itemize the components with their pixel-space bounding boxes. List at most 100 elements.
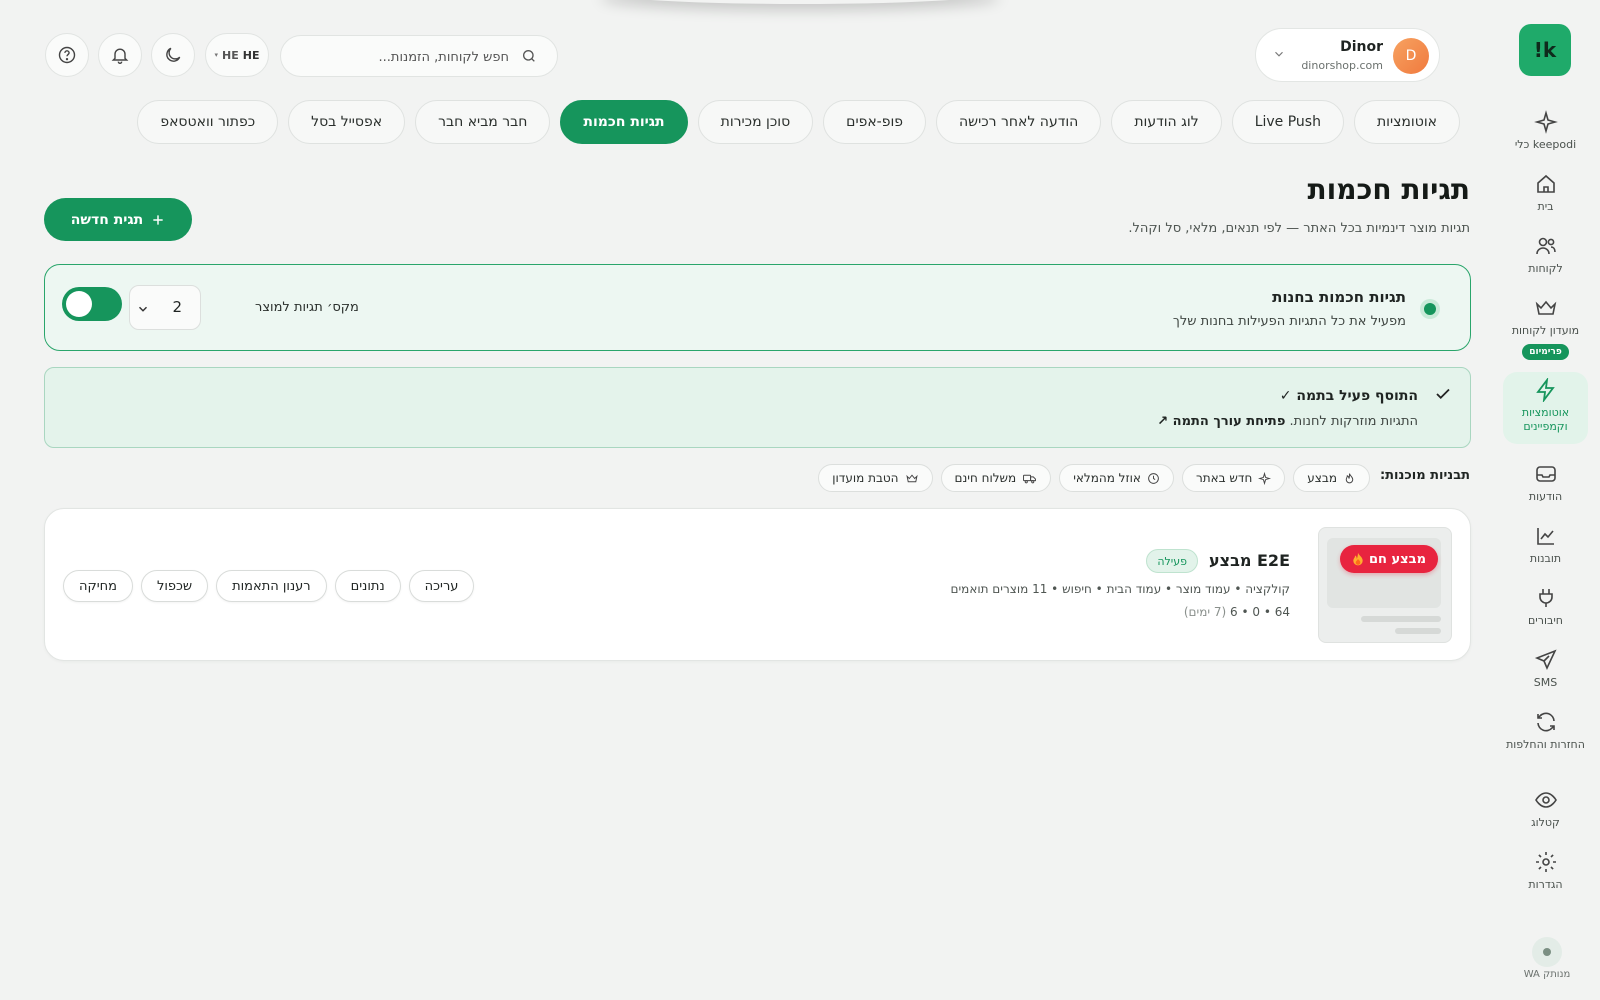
- sidebar-item-messages[interactable]: הודעות: [1503, 456, 1588, 504]
- new-tag-label: תגית חדשה: [70, 211, 144, 228]
- new-tag-button[interactable]: תגית חדשה: [44, 198, 192, 241]
- tag-stats-period: (7 ימים): [1183, 605, 1227, 619]
- refresh-icon: [1536, 712, 1555, 732]
- bell-icon: [111, 48, 129, 64]
- open-theme-editor-link[interactable]: פתיחת עורך התמה ↗: [1157, 414, 1285, 429]
- smart-tags-switch[interactable]: [62, 287, 122, 321]
- moon-icon: [166, 47, 181, 62]
- notifications-button[interactable]: [98, 33, 142, 77]
- template-chip-free-shipping[interactable]: משלוח חינם: [940, 464, 1052, 492]
- tag-actions: עריכה נתונים רענון התאמות שכפול מחיקה: [63, 570, 475, 602]
- tag-stats: 64 • 0 • 6 (7 ימים): [1184, 605, 1290, 619]
- theme-toggle-button[interactable]: [151, 33, 195, 77]
- sidebar-item-label: החזרות והחלפות: [1506, 738, 1585, 751]
- search-bar[interactable]: [280, 35, 558, 77]
- crown-icon: [1535, 300, 1556, 315]
- chevron-down-icon: [1275, 51, 1283, 57]
- tab-message-log[interactable]: לוג הודעות: [1111, 100, 1222, 144]
- help-icon: [58, 46, 76, 64]
- toggle-card-title: תגיות חכמות בחנות: [1272, 288, 1406, 306]
- whatsapp-status-label: WA מנותק: [1523, 969, 1571, 980]
- sidebar-item-automations[interactable]: אוטומציות וקמפיינים: [1503, 372, 1588, 444]
- clock-icon: [1148, 472, 1159, 484]
- crown-icon: [905, 473, 918, 482]
- tab-whatsapp-button[interactable]: כפתור וואטסאפ: [137, 100, 279, 144]
- chevron-down-icon: [138, 306, 148, 312]
- sidebar-item-label: SMS: [1533, 676, 1558, 689]
- sidebar-item-club[interactable]: מועדון לקוחות פרימיום: [1503, 290, 1588, 360]
- sidebar-item-returns[interactable]: החזרות והחלפות: [1503, 704, 1588, 752]
- duplicate-button[interactable]: שכפול: [140, 570, 209, 602]
- sidebar-item-settings[interactable]: הגדרות: [1503, 844, 1588, 892]
- sidebar-item-label: אוטומציות וקמפיינים: [1521, 406, 1570, 433]
- search-input[interactable]: [299, 46, 509, 68]
- plug-icon: [1538, 589, 1553, 607]
- template-chip-label: משלוח חינם: [954, 471, 1017, 485]
- chevron-down-icon: ▾: [214, 51, 219, 59]
- refresh-matches-button[interactable]: רענון התאמות: [216, 570, 327, 602]
- flame-icon: [1345, 472, 1354, 483]
- page-subtitle: תגיות מוצר דינמיות בכל האתר — לפי תנאים,…: [1128, 221, 1470, 236]
- sidebar: !k כלי keepodi בית לקוחות מועדון לקוחות …: [1490, 0, 1600, 1000]
- theme-status-title: התוסף פעיל בתמה ✓: [1279, 388, 1418, 404]
- stats-button[interactable]: נתונים: [334, 570, 401, 602]
- help-button[interactable]: [45, 33, 89, 77]
- toggle-card-description: מפעיל את כל התגיות הפעילות בחנות שלך: [1172, 314, 1406, 329]
- sidebar-item-label: כלי keepodi: [1514, 138, 1577, 151]
- check-icon: [1436, 388, 1450, 400]
- whatsapp-status[interactable]: WA מנותק: [1512, 937, 1582, 980]
- home-icon: [1536, 174, 1555, 193]
- gear-icon: [1535, 852, 1556, 872]
- theme-status-text: התגיות מוזרקות לחנות.: [1289, 414, 1418, 429]
- template-chip-low-stock[interactable]: אוזל מהמלאי: [1059, 464, 1174, 492]
- template-chip-club-perk[interactable]: הטבת מועדון: [818, 464, 933, 492]
- app-logo[interactable]: !k: [1519, 24, 1571, 76]
- language-selector[interactable]: ▾ HE HE: [205, 33, 269, 77]
- avatar: D: [1393, 38, 1429, 74]
- tag-preview-badge: מבצע חם: [1340, 545, 1438, 573]
- inbox-icon: [1535, 466, 1556, 482]
- theme-status-card: התוסף פעיל בתמה ✓ התגיות מוזרקות לחנות. …: [44, 367, 1471, 448]
- sidebar-item-insights[interactable]: תובנות: [1503, 518, 1588, 566]
- page-title: תגיות חכמות: [1307, 173, 1470, 206]
- edit-button[interactable]: עריכה: [408, 570, 475, 602]
- template-chip-label: חדש באתר: [1195, 471, 1253, 485]
- user-name: Dinor: [1340, 39, 1383, 55]
- sidebar-item-catalog[interactable]: קטלוג: [1503, 782, 1588, 830]
- eye-icon: [1534, 792, 1557, 808]
- tab-popups[interactable]: פופ-אפים: [823, 100, 927, 144]
- template-chip-new[interactable]: חדש באתר: [1181, 464, 1286, 492]
- search-icon: [523, 50, 535, 62]
- top-overlay-shadow: [600, 0, 1000, 4]
- max-tags-value: 2: [172, 298, 182, 316]
- tab-smart-tags[interactable]: תגיות חכמות: [560, 100, 688, 144]
- sidebar-item-home[interactable]: בית: [1503, 166, 1588, 214]
- delete-button[interactable]: מחיקה: [63, 570, 133, 602]
- tag-stats-values: 64 • 0 • 6: [1230, 605, 1290, 619]
- feature-tabs: אוטומציות Live Push לוג הודעות הודעה לאח…: [137, 100, 1460, 144]
- sidebar-item-keepodi-tools[interactable]: כלי keepodi: [1503, 104, 1588, 152]
- tab-referral[interactable]: חבר מביא חבר: [415, 100, 551, 144]
- tab-cart-upsell[interactable]: אפסייל בסל: [288, 100, 406, 144]
- template-chip-sale[interactable]: מבצע: [1293, 464, 1370, 492]
- tag-card: מבצע חם E2E מבצע פעילה קולקציה • עמוד מו…: [44, 508, 1471, 661]
- premium-badge: פרימיום: [1522, 344, 1569, 360]
- tab-post-purchase[interactable]: הודעה לאחר רכישה: [936, 100, 1102, 144]
- user-menu[interactable]: D Dinor dinorshop.com: [1255, 28, 1440, 82]
- switch-knob: [66, 291, 92, 317]
- users-icon: [1535, 237, 1556, 255]
- sidebar-item-label: תובנות: [1529, 552, 1562, 565]
- tab-automations[interactable]: אוטומציות: [1353, 100, 1460, 144]
- truck-icon: [1023, 474, 1037, 483]
- sidebar-item-customers[interactable]: לקוחות: [1503, 228, 1588, 276]
- language-sub: HE: [222, 48, 239, 62]
- fire-icon: [1353, 552, 1363, 566]
- max-tags-select[interactable]: 2: [129, 285, 201, 330]
- template-chip-label: מבצע: [1307, 471, 1337, 485]
- sidebar-item-sms[interactable]: SMS: [1503, 642, 1588, 690]
- tab-sales-agent[interactable]: סוכן מכירות: [697, 100, 814, 144]
- sidebar-item-integrations[interactable]: חיבורים: [1503, 580, 1588, 628]
- template-chip-label: הטבת מועדון: [832, 471, 899, 485]
- tab-live-push[interactable]: Live Push: [1231, 100, 1344, 144]
- send-icon: [1534, 649, 1557, 670]
